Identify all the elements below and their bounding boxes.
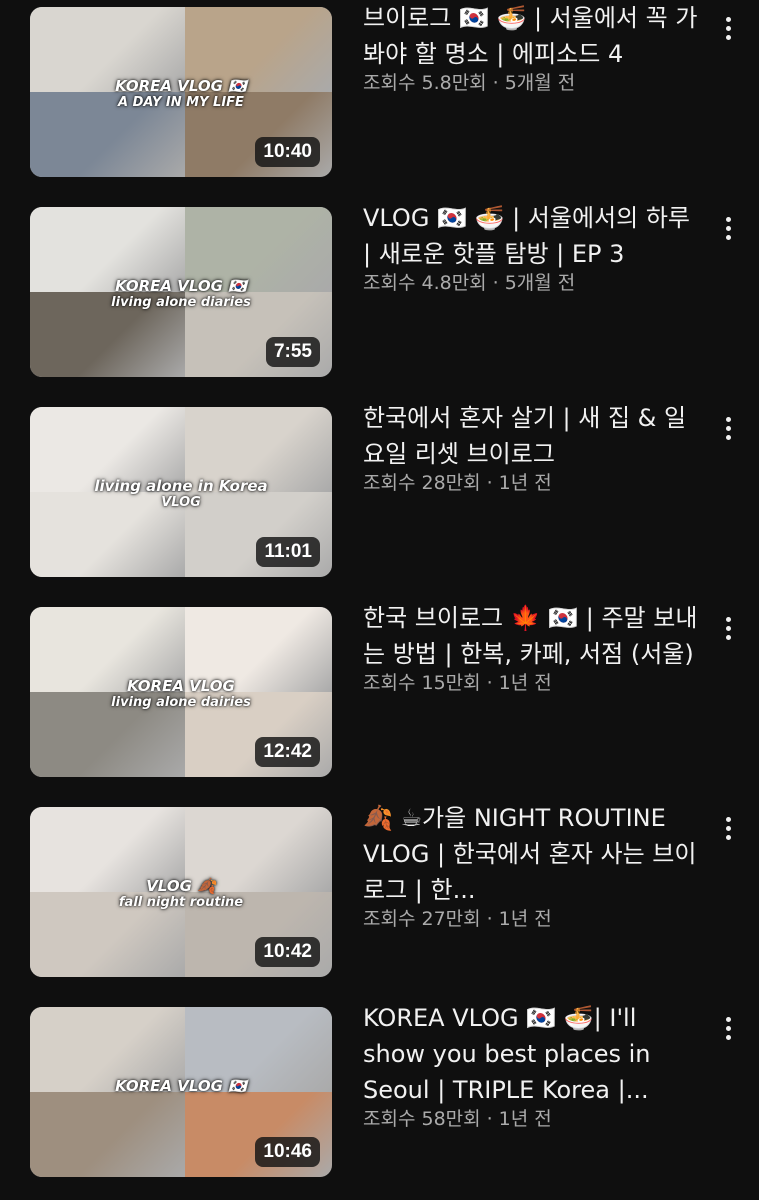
video-thumbnail[interactable]: VLOG 🍂 fall night routine 10:42 <box>30 807 332 977</box>
thumbnail-scene <box>30 492 185 577</box>
more-vertical-icon[interactable] <box>714 408 742 448</box>
video-info[interactable]: 한국에서 혼자 살기 | 새 집 & 일요일 리셋 브이로그 조회수 28만회 ·… <box>363 400 703 496</box>
video-info[interactable]: 브이로그 🇰🇷 🍜 | 서울에서 꼭 가봐야 할 명소 | 에피소드 4 조회수… <box>363 0 703 96</box>
video-row[interactable]: KOREA VLOG living alone dairies 12:42 한국… <box>0 600 759 800</box>
duration-badge: 12:42 <box>255 737 320 767</box>
video-meta: 조회수 27만회 · 1년 전 <box>363 906 703 932</box>
more-vertical-icon[interactable] <box>714 8 742 48</box>
thumbnail-scene <box>30 407 185 492</box>
video-title[interactable]: 브이로그 🇰🇷 🍜 | 서울에서 꼭 가봐야 할 명소 | 에피소드 4 <box>363 0 703 72</box>
meta-separator: · <box>486 672 493 694</box>
thumbnail-scene <box>30 1007 185 1092</box>
upload-age: 1년 전 <box>498 1108 552 1130</box>
more-vertical-icon[interactable] <box>714 808 742 848</box>
more-vertical-icon[interactable] <box>714 608 742 648</box>
thumbnail-scene <box>185 807 332 892</box>
video-thumbnail[interactable]: KOREA VLOG 🇰🇷 A DAY IN MY LIFE 10:40 <box>30 7 332 177</box>
video-row[interactable]: KOREA VLOG 🇰🇷 living alone diaries 7:55 … <box>0 200 759 400</box>
duration-badge: 10:42 <box>255 937 320 967</box>
meta-separator: · <box>486 472 493 494</box>
view-count: 조회수 58만회 <box>363 1108 481 1130</box>
video-thumbnail[interactable]: KOREA VLOG living alone dairies 12:42 <box>30 607 332 777</box>
meta-separator: · <box>486 908 493 930</box>
thumbnail-scene <box>30 292 185 377</box>
thumbnail-scene <box>30 692 185 777</box>
thumbnail-scene <box>185 207 332 292</box>
upload-age: 1년 전 <box>498 472 552 494</box>
video-row[interactable]: VLOG 🍂 fall night routine 10:42 🍂 ☕가을 NI… <box>0 800 759 1000</box>
thumbnail-scene <box>185 1007 332 1092</box>
video-thumbnail[interactable]: KOREA VLOG 🇰🇷 living alone diaries 7:55 <box>30 207 332 377</box>
thumbnail-scene <box>30 92 185 177</box>
meta-separator: · <box>492 72 499 94</box>
upload-age: 1년 전 <box>498 908 552 930</box>
video-row[interactable]: living alone in Korea VLOG 11:01 한국에서 혼자… <box>0 400 759 600</box>
video-title[interactable]: 한국에서 혼자 살기 | 새 집 & 일요일 리셋 브이로그 <box>363 400 703 472</box>
view-count: 조회수 15만회 <box>363 672 481 694</box>
video-row[interactable]: KOREA VLOG 🇰🇷 A DAY IN MY LIFE 10:40 브이로… <box>0 0 759 200</box>
thumbnail-scene <box>30 807 185 892</box>
video-title[interactable]: 🍂 ☕가을 NIGHT ROUTINE VLOG | 한국에서 혼자 사는 브이… <box>363 800 703 908</box>
video-meta: 조회수 28만회 · 1년 전 <box>363 470 703 496</box>
video-meta: 조회수 15만회 · 1년 전 <box>363 670 703 696</box>
more-vertical-icon[interactable] <box>714 1008 742 1048</box>
thumbnail-scene <box>30 892 185 977</box>
video-meta: 조회수 4.8만회 · 5개월 전 <box>363 270 703 296</box>
view-count: 조회수 27만회 <box>363 908 481 930</box>
thumbnail-scene <box>30 7 185 92</box>
video-info[interactable]: 한국 브이로그 🍁 🇰🇷 | 주말 보내는 방법 | 한복, 카페, 서점 (서… <box>363 600 703 696</box>
video-meta: 조회수 58만회 · 1년 전 <box>363 1106 703 1132</box>
thumbnail-scene <box>30 207 185 292</box>
duration-badge: 11:01 <box>256 537 320 567</box>
video-title[interactable]: VLOG 🇰🇷 🍜 | 서울에서의 하루 | 새로운 핫플 탐방 | EP 3 <box>363 200 703 272</box>
duration-badge: 10:40 <box>255 137 320 167</box>
thumbnail-scene <box>30 607 185 692</box>
video-thumbnail[interactable]: KOREA VLOG 🇰🇷 10:46 <box>30 1007 332 1177</box>
upload-age: 1년 전 <box>498 672 552 694</box>
video-info[interactable]: VLOG 🇰🇷 🍜 | 서울에서의 하루 | 새로운 핫플 탐방 | EP 3 … <box>363 200 703 296</box>
thumbnail-scene <box>185 7 332 92</box>
duration-badge: 7:55 <box>265 337 320 367</box>
upload-age: 5개월 전 <box>504 72 576 94</box>
video-title[interactable]: KOREA VLOG 🇰🇷 🍜| I'll show you best plac… <box>363 1000 703 1108</box>
view-count: 조회수 5.8만회 <box>363 72 487 94</box>
video-meta: 조회수 5.8만회 · 5개월 전 <box>363 70 703 96</box>
video-title[interactable]: 한국 브이로그 🍁 🇰🇷 | 주말 보내는 방법 | 한복, 카페, 서점 (서… <box>363 600 703 672</box>
thumbnail-scene <box>185 607 332 692</box>
thumbnail-scene <box>185 407 332 492</box>
meta-separator: · <box>492 272 499 294</box>
thumbnail-scene <box>30 1092 185 1177</box>
view-count: 조회수 28만회 <box>363 472 481 494</box>
video-info[interactable]: 🍂 ☕가을 NIGHT ROUTINE VLOG | 한국에서 혼자 사는 브이… <box>363 800 703 932</box>
upload-age: 5개월 전 <box>504 272 576 294</box>
video-row[interactable]: KOREA VLOG 🇰🇷 10:46 KOREA VLOG 🇰🇷 🍜| I'l… <box>0 1000 759 1200</box>
video-thumbnail[interactable]: living alone in Korea VLOG 11:01 <box>30 407 332 577</box>
video-info[interactable]: KOREA VLOG 🇰🇷 🍜| I'll show you best plac… <box>363 1000 703 1132</box>
meta-separator: · <box>486 1108 493 1130</box>
more-vertical-icon[interactable] <box>714 208 742 248</box>
view-count: 조회수 4.8만회 <box>363 272 487 294</box>
duration-badge: 10:46 <box>255 1137 320 1167</box>
